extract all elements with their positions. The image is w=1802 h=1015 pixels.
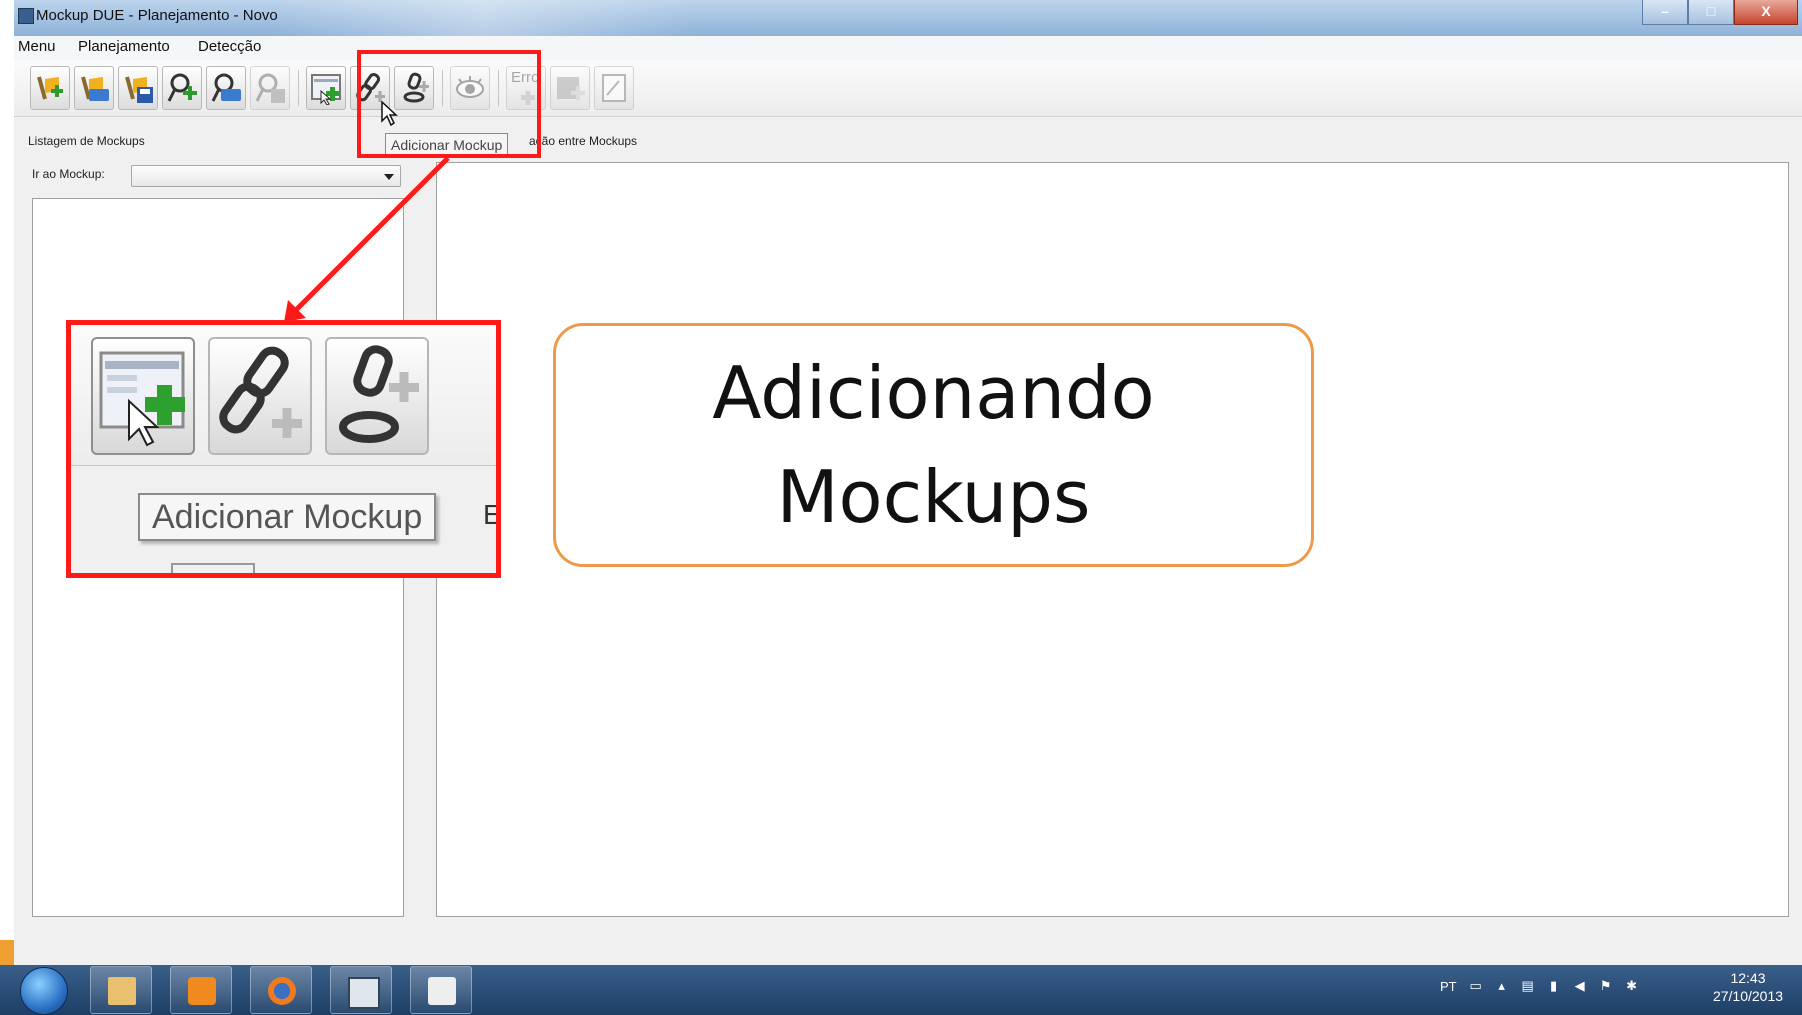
zoomed-toolbar-detail: Adicionar Mockup E: [66, 320, 501, 578]
add-mockup-icon: [99, 351, 185, 447]
add-link-icon: [219, 346, 302, 438]
taskbar-explorer-button[interactable]: [90, 966, 152, 1014]
taskbar: PT ▭ ▴ ▤ ▮ ◀ ⚑ ✱ 12:43 27/10/2013: [0, 965, 1802, 1015]
media-player-icon: [188, 977, 216, 1005]
zoom-edge-char: E: [483, 499, 501, 530]
language-indicator[interactable]: PT: [1440, 979, 1457, 994]
zoom-add-mockup-tooltip: Adicionar Mockup: [138, 493, 437, 541]
folder-icon: [108, 977, 136, 1005]
start-button[interactable]: [20, 967, 68, 1015]
taskbar-presentation-button[interactable]: [410, 966, 472, 1014]
app-window-icon: [348, 977, 380, 1009]
zoom-add-link-button: [208, 337, 312, 455]
network-icon[interactable]: ▤: [1521, 979, 1535, 993]
action-center-flag-icon[interactable]: ⚑: [1599, 979, 1613, 993]
zoom-add-broken-link-button: [325, 337, 429, 455]
clock-time: 12:43: [1730, 970, 1766, 986]
taskbar-firefox-button[interactable]: [250, 966, 312, 1014]
bluetooth-icon[interactable]: ✱: [1625, 979, 1639, 993]
show-hidden-icons-icon[interactable]: ▴: [1495, 979, 1509, 993]
callout-box: Adicionando Mockups: [553, 323, 1314, 567]
volume-icon[interactable]: ◀: [1573, 979, 1587, 993]
add-broken-link-icon: [339, 345, 419, 443]
zoom-add-mockup-button: [91, 337, 195, 455]
taskbar-mockup-app-button[interactable]: [330, 966, 392, 1014]
clock-date: 27/10/2013: [1712, 988, 1784, 1004]
clock[interactable]: 12:43 27/10/2013: [1700, 969, 1796, 1005]
presentation-icon: [428, 977, 456, 1005]
firefox-icon: [268, 977, 296, 1005]
system-tray: PT ▭ ▴ ▤ ▮ ◀ ⚑ ✱: [1440, 979, 1639, 995]
keyboard-icon[interactable]: ▭: [1469, 979, 1483, 993]
signal-icon[interactable]: ▮: [1547, 979, 1561, 993]
taskbar-media-button[interactable]: [170, 966, 232, 1014]
callout-text: Adicionando Mockups: [712, 351, 1155, 539]
